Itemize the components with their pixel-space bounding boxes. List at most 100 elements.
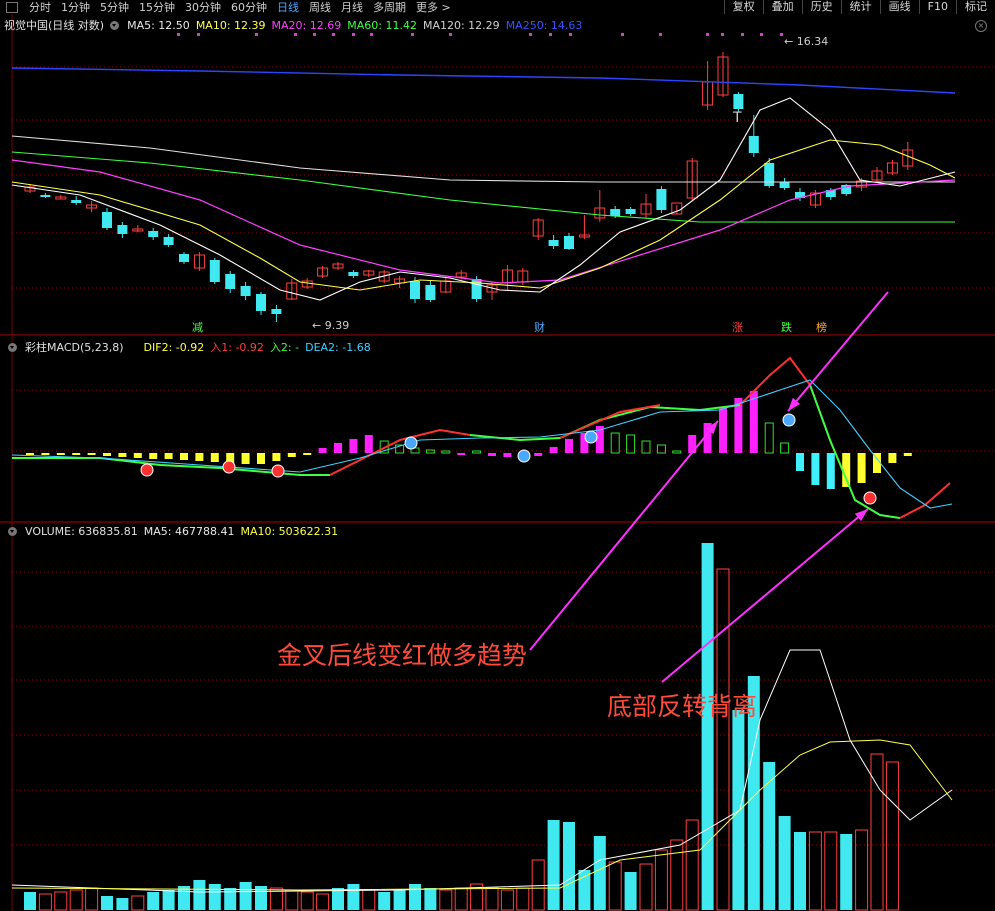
ma250-line	[11, 67, 956, 94]
ma10-label: MA10: 12.39	[195, 18, 266, 32]
volume-bar	[131, 895, 145, 911]
event-marker-label: 跌	[781, 320, 792, 334]
ma120-label: MA120: 12.29	[422, 18, 500, 32]
signal-dot	[294, 33, 297, 36]
dropdown-icon[interactable]	[8, 527, 17, 536]
signal-dot	[255, 33, 258, 36]
candle-body	[564, 236, 574, 249]
signal-dot	[760, 33, 763, 36]
macd-bar	[72, 453, 81, 455]
sell-signal-ball	[584, 430, 598, 444]
volume-bar	[794, 832, 806, 910]
volume-bar	[193, 880, 206, 910]
candle-body	[102, 212, 112, 228]
macd-bar	[903, 453, 912, 456]
signal-dot	[370, 33, 373, 36]
volume-bar	[378, 892, 391, 910]
volume-bar	[162, 890, 175, 910]
dif-line	[809, 384, 901, 519]
vol-ma5-line	[11, 649, 953, 893]
candle-body	[256, 294, 266, 311]
high-price-label: ← 16.34	[784, 35, 828, 48]
dropdown-icon[interactable]	[110, 20, 120, 30]
ma5-line	[11, 97, 956, 301]
volume-bar	[639, 863, 653, 911]
macd-bar	[472, 450, 482, 454]
candle-body	[271, 309, 282, 314]
volume-bar	[608, 861, 622, 911]
volume-bar	[85, 887, 99, 911]
t-mark-icon: T	[732, 110, 742, 126]
dropdown-icon[interactable]	[8, 342, 17, 352]
volume-bar	[54, 891, 68, 911]
volume-bar	[824, 831, 838, 911]
stock-chart-canvas[interactable]: ← 16.34 ← 9.39 T 减 财 涨 跌 榜	[0, 0, 995, 911]
volume-bar	[701, 543, 714, 910]
macd-bar	[796, 453, 804, 471]
buy-signal-ball	[863, 491, 877, 505]
signal-dot	[621, 33, 624, 36]
macd-bar	[164, 453, 173, 459]
macd-bar	[118, 453, 127, 457]
volume-bar	[439, 889, 453, 911]
vol-ma10-label: MA10: 503622.31	[240, 525, 339, 538]
signal-dot	[352, 33, 355, 36]
sell-signal-ball	[782, 413, 796, 427]
bottom-divergence-annotation: 底部反转背离	[607, 692, 758, 721]
candle-body	[425, 285, 436, 300]
volume-bar	[116, 898, 129, 910]
macd-bar	[626, 434, 636, 454]
candle-body	[209, 260, 220, 282]
volume-bar	[24, 892, 36, 910]
dif-line	[899, 482, 951, 519]
sell-signal-ball	[517, 449, 531, 463]
signal-dot	[721, 33, 724, 36]
macd-bar	[87, 453, 96, 455]
volume-title: VOLUME: 636835.81	[25, 525, 138, 538]
macd-bar	[272, 453, 281, 461]
volume-bar	[485, 887, 499, 911]
macd-bar	[257, 453, 265, 464]
macd-bar	[888, 453, 897, 463]
volume-bar	[516, 887, 530, 911]
volume-bar	[454, 887, 468, 911]
vol-ma10-line	[11, 739, 953, 891]
macd-panel-header: 彩柱MACD(5,23,8) DIF2: -0.92 入1: -0.92 入2:…	[8, 339, 371, 355]
candle-body	[71, 200, 82, 203]
volume-panel-header: VOLUME: 636835.81 MA5: 467788.41 MA10: 5…	[8, 525, 338, 538]
volume-bar	[147, 892, 160, 910]
volume-bar	[300, 891, 314, 911]
candle-body	[610, 209, 621, 216]
event-marker-label: 涨	[732, 321, 743, 334]
macd-bar	[549, 447, 558, 453]
volume-bar	[578, 870, 591, 910]
volume-bar	[531, 859, 545, 911]
signal-dot	[569, 33, 572, 36]
candle-body	[733, 94, 744, 109]
signal-dot	[706, 33, 709, 36]
candle-body	[779, 182, 790, 188]
signal-dot	[780, 33, 783, 36]
buy-signal-ball	[140, 463, 154, 477]
volume-bar	[424, 888, 437, 910]
signal-dot	[177, 33, 180, 36]
macd-title: 彩柱MACD(5,23,8)	[25, 341, 124, 354]
volume-bar	[716, 568, 730, 911]
macd-bar	[56, 453, 65, 455]
candle-body	[117, 225, 128, 234]
main-panel-header: 视觉中国(日线 对数) MA5: 12.50 MA10: 12.39 MA20:…	[4, 17, 582, 33]
macd-bar	[318, 448, 327, 453]
close-icon[interactable]: ×	[975, 20, 987, 32]
macd-bar	[26, 453, 34, 455]
event-marker-label: 榜	[816, 320, 827, 334]
signal-dot	[411, 33, 414, 36]
main-panel-title: 视觉中国(日线 对数)	[4, 19, 105, 32]
candle-body	[179, 254, 189, 262]
macd-bar	[133, 453, 142, 458]
buy-signal-ball	[271, 464, 285, 478]
volume-bar	[239, 882, 252, 910]
candle-body	[40, 195, 51, 197]
ma120-line	[11, 135, 955, 183]
candle-body	[625, 209, 636, 214]
macd-bar	[610, 432, 620, 454]
